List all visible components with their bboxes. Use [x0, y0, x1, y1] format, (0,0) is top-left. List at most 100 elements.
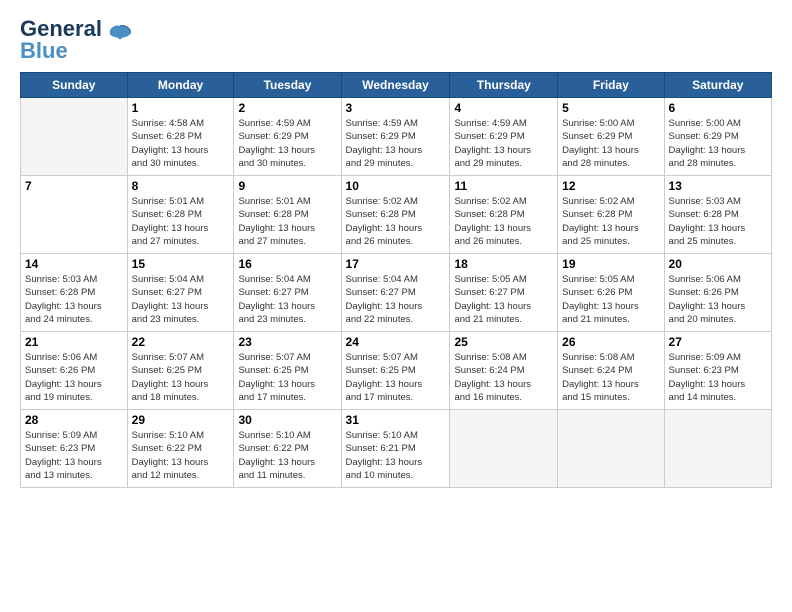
- logo: General Blue: [20, 18, 134, 62]
- day-header-tuesday: Tuesday: [234, 73, 341, 98]
- day-number: 13: [669, 179, 767, 193]
- day-number: 24: [346, 335, 446, 349]
- calendar-cell: 9Sunrise: 5:01 AMSunset: 6:28 PMDaylight…: [234, 176, 341, 254]
- calendar-cell: [664, 410, 771, 488]
- day-info: Sunrise: 5:04 AMSunset: 6:27 PMDaylight:…: [132, 273, 230, 326]
- day-info: Sunrise: 5:05 AMSunset: 6:27 PMDaylight:…: [454, 273, 553, 326]
- calendar-cell: 17Sunrise: 5:04 AMSunset: 6:27 PMDayligh…: [341, 254, 450, 332]
- calendar-cell: 8 Sunrise: 5:01 AMSunset: 6:28 PMDaylight…: [127, 176, 234, 254]
- calendar-cell: [558, 410, 664, 488]
- calendar-cell: 3 Sunrise: 4:59 AMSunset: 6:29 PMDaylight…: [341, 98, 450, 176]
- calendar-cell: 26Sunrise: 5:08 AMSunset: 6:24 PMDayligh…: [558, 332, 664, 410]
- day-number: 3: [346, 101, 446, 115]
- day-number: 15: [132, 257, 230, 271]
- week-row-5: 28 Sunrise: 5:09 AMSunset: 6:23 PMDayligh…: [21, 410, 772, 488]
- calendar-cell: 23 Sunrise: 5:07 AMSunset: 6:25 PMDayligh…: [234, 332, 341, 410]
- day-info: Sunrise: 5:04 AMSunset: 6:27 PMDaylight:…: [346, 273, 446, 326]
- day-header-thursday: Thursday: [450, 73, 558, 98]
- day-number: 28: [25, 413, 123, 427]
- day-info: Sunrise: 5:03 AMSunset: 6:28 PMDaylight:…: [25, 273, 123, 326]
- calendar-cell: 16 Sunrise: 5:04 AMSunset: 6:27 PMDayligh…: [234, 254, 341, 332]
- calendar-cell: 22Sunrise: 5:07 AMSunset: 6:25 PMDayligh…: [127, 332, 234, 410]
- day-number: 2: [238, 101, 336, 115]
- calendar-cell: 6 Sunrise: 5:00 AMSunset: 6:29 PMDaylight…: [664, 98, 771, 176]
- day-info: Sunrise: 5:02 AMSunset: 6:28 PMDaylight:…: [346, 195, 446, 248]
- day-number: 19: [562, 257, 659, 271]
- day-info: Sunrise: 5:10 AMSunset: 6:22 PMDaylight:…: [238, 429, 336, 482]
- day-info: Sunrise: 4:59 AMSunset: 6:29 PMDaylight:…: [346, 117, 446, 170]
- calendar-cell: 5 Sunrise: 5:00 AMSunset: 6:29 PMDaylight…: [558, 98, 664, 176]
- calendar-cell: 25 Sunrise: 5:08 AMSunset: 6:24 PMDayligh…: [450, 332, 558, 410]
- day-header-monday: Monday: [127, 73, 234, 98]
- calendar-cell: 24Sunrise: 5:07 AMSunset: 6:25 PMDayligh…: [341, 332, 450, 410]
- calendar-cell: 31Sunrise: 5:10 AMSunset: 6:21 PMDayligh…: [341, 410, 450, 488]
- calendar-cell: 21Sunrise: 5:06 AMSunset: 6:26 PMDayligh…: [21, 332, 128, 410]
- logo-general: General: [20, 18, 102, 40]
- calendar-cell: [450, 410, 558, 488]
- day-info: Sunrise: 4:59 AMSunset: 6:29 PMDaylight:…: [238, 117, 336, 170]
- header-row: SundayMondayTuesdayWednesdayThursdayFrid…: [21, 73, 772, 98]
- day-info: Sunrise: 5:01 AMSunset: 6:28 PMDaylight:…: [132, 195, 230, 248]
- day-info: Sunrise: 5:06 AMSunset: 6:26 PMDaylight:…: [669, 273, 767, 326]
- calendar-cell: 19 Sunrise: 5:05 AMSunset: 6:26 PMDayligh…: [558, 254, 664, 332]
- calendar-cell: 20 Sunrise: 5:06 AMSunset: 6:26 PMDayligh…: [664, 254, 771, 332]
- day-number: 5: [562, 101, 659, 115]
- week-row-3: 14 Sunrise: 5:03 AMSunset: 6:28 PMDayligh…: [21, 254, 772, 332]
- day-number: 26: [562, 335, 659, 349]
- day-number: 12: [562, 179, 659, 193]
- calendar-cell: 13Sunrise: 5:03 AMSunset: 6:28 PMDayligh…: [664, 176, 771, 254]
- calendar-table: SundayMondayTuesdayWednesdayThursdayFrid…: [20, 72, 772, 488]
- day-number: 1: [132, 101, 230, 115]
- logo-blue: Blue: [20, 40, 102, 62]
- day-info: Sunrise: 5:08 AMSunset: 6:24 PMDaylight:…: [454, 351, 553, 404]
- day-info: Sunrise: 5:09 AMSunset: 6:23 PMDaylight:…: [669, 351, 767, 404]
- day-info: Sunrise: 5:07 AMSunset: 6:25 PMDaylight:…: [238, 351, 336, 404]
- day-info: Sunrise: 5:05 AMSunset: 6:26 PMDaylight:…: [562, 273, 659, 326]
- day-number: 4: [454, 101, 553, 115]
- day-info: Sunrise: 5:04 AMSunset: 6:27 PMDaylight:…: [238, 273, 336, 326]
- calendar-cell: 14 Sunrise: 5:03 AMSunset: 6:28 PMDayligh…: [21, 254, 128, 332]
- day-number: 25: [454, 335, 553, 349]
- day-number: 20: [669, 257, 767, 271]
- week-row-1: 1 Sunrise: 4:58 AMSunset: 6:28 PMDaylight…: [21, 98, 772, 176]
- calendar-cell: [21, 98, 128, 176]
- day-info: Sunrise: 5:00 AMSunset: 6:29 PMDaylight:…: [669, 117, 767, 170]
- calendar-cell: 28 Sunrise: 5:09 AMSunset: 6:23 PMDayligh…: [21, 410, 128, 488]
- day-info: Sunrise: 5:02 AMSunset: 6:28 PMDaylight:…: [454, 195, 553, 248]
- day-header-saturday: Saturday: [664, 73, 771, 98]
- day-number: 30: [238, 413, 336, 427]
- day-number: 14: [25, 257, 123, 271]
- day-info: Sunrise: 5:10 AMSunset: 6:22 PMDaylight:…: [132, 429, 230, 482]
- day-number: 6: [669, 101, 767, 115]
- day-info: Sunrise: 5:00 AMSunset: 6:29 PMDaylight:…: [562, 117, 659, 170]
- day-number: 21: [25, 335, 123, 349]
- page: General Blue SundayMondayTuesdayWednesda…: [0, 0, 792, 500]
- header: General Blue: [20, 18, 772, 62]
- day-info: Sunrise: 5:09 AMSunset: 6:23 PMDaylight:…: [25, 429, 123, 482]
- calendar-cell: 10 Sunrise: 5:02 AMSunset: 6:28 PMDayligh…: [341, 176, 450, 254]
- day-number: 23: [238, 335, 336, 349]
- day-header-sunday: Sunday: [21, 73, 128, 98]
- day-info: Sunrise: 4:59 AMSunset: 6:29 PMDaylight:…: [454, 117, 553, 170]
- day-info: Sunrise: 5:02 AMSunset: 6:28 PMDaylight:…: [562, 195, 659, 248]
- day-number: 11: [454, 179, 553, 193]
- day-number: 27: [669, 335, 767, 349]
- day-info: Sunrise: 4:58 AMSunset: 6:28 PMDaylight:…: [132, 117, 230, 170]
- calendar-cell: 18Sunrise: 5:05 AMSunset: 6:27 PMDayligh…: [450, 254, 558, 332]
- day-number: 8: [132, 179, 230, 193]
- calendar-cell: 29Sunrise: 5:10 AMSunset: 6:22 PMDayligh…: [127, 410, 234, 488]
- calendar-cell: 11 Sunrise: 5:02 AMSunset: 6:28 PMDayligh…: [450, 176, 558, 254]
- day-number: 31: [346, 413, 446, 427]
- calendar-cell: 27 Sunrise: 5:09 AMSunset: 6:23 PMDayligh…: [664, 332, 771, 410]
- day-number: 16: [238, 257, 336, 271]
- calendar-cell: 2 Sunrise: 4:59 AMSunset: 6:29 PMDaylight…: [234, 98, 341, 176]
- calendar-cell: 7: [21, 176, 128, 254]
- week-row-2: 78 Sunrise: 5:01 AMSunset: 6:28 PMDayligh…: [21, 176, 772, 254]
- day-header-friday: Friday: [558, 73, 664, 98]
- day-number: 10: [346, 179, 446, 193]
- logo-bird-icon: [106, 22, 134, 55]
- day-info: Sunrise: 5:07 AMSunset: 6:25 PMDaylight:…: [132, 351, 230, 404]
- day-header-wednesday: Wednesday: [341, 73, 450, 98]
- day-number: 9: [238, 179, 336, 193]
- week-row-4: 21Sunrise: 5:06 AMSunset: 6:26 PMDayligh…: [21, 332, 772, 410]
